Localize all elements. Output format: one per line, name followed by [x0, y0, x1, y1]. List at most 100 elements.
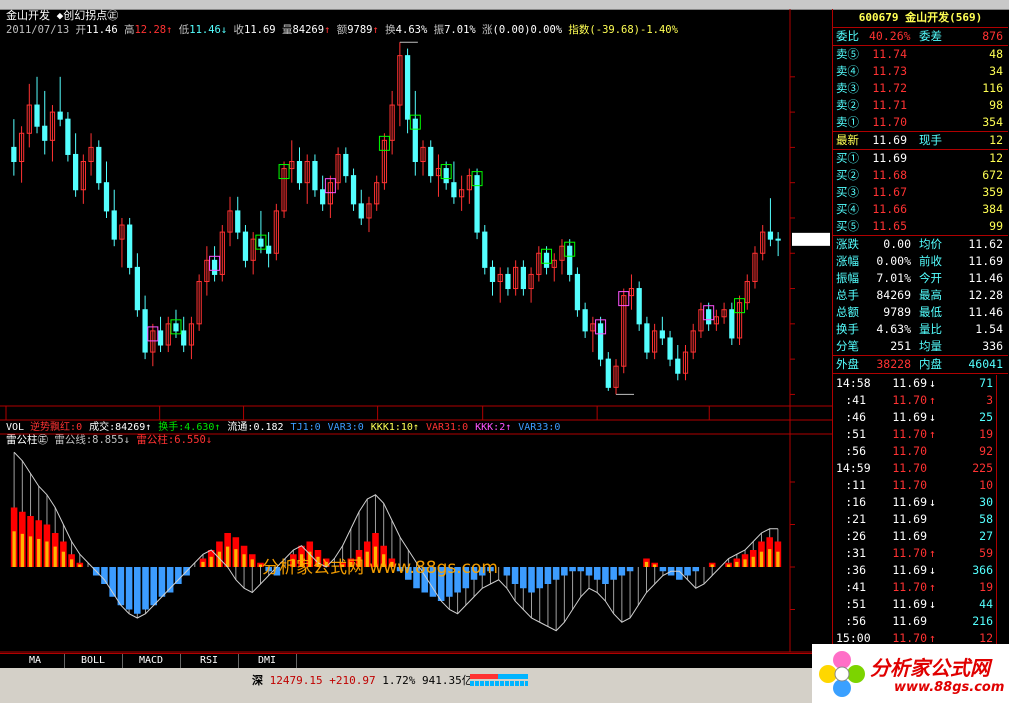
tick-volume: 19 — [979, 427, 993, 441]
leigong-indicator-row: 雷公柱㊣ 雷公线:8.855↓ 雷公柱:6.550↓ — [6, 434, 212, 447]
vol-item: 成交:84269↑ — [89, 422, 152, 433]
weibi-label: 委比 — [836, 29, 859, 43]
candle-body — [404, 55, 411, 120]
candle-body — [489, 266, 496, 282]
leigong-bar-negative — [511, 567, 519, 584]
tick-price: 11.69 — [892, 495, 927, 509]
vol-item: 流通:0.182 — [227, 422, 284, 433]
tick-row: :56 11.69 216 — [833, 613, 1008, 630]
tab-rsi[interactable]: RSI — [180, 654, 239, 668]
tick-volume: 216 — [972, 614, 993, 628]
index-change: +210.97 — [329, 674, 376, 687]
candle-body — [157, 330, 164, 346]
leigong-bar-positive-inner — [776, 551, 780, 567]
vol-label[interactable]: VOL — [6, 422, 24, 433]
leigong-bar-negative — [503, 567, 511, 576]
candle-body — [659, 330, 665, 339]
watermark: 分析家公式网 www.88gs.com — [262, 558, 498, 578]
last-price-tag — [792, 232, 830, 246]
tick-time: :51 — [845, 427, 866, 441]
index-pct: 1.72% — [382, 674, 416, 687]
leigong-bar-positive-inner — [768, 549, 772, 567]
bid-price: 11.69 — [872, 151, 907, 165]
leigong-bar-positive-inner — [53, 546, 57, 567]
market-index-readout: 深 12479.15 +210.97 1.72% 941.35亿 — [252, 673, 473, 689]
tick-row: :51 11.70 ↑ 19 — [833, 426, 1008, 443]
neipan-label: 内盘 — [919, 357, 942, 371]
ask-volume: 98 — [989, 98, 1003, 112]
stat-value: 7.01% — [876, 271, 911, 285]
chart-annotations — [399, 41, 830, 395]
stat-label: 最高 — [919, 288, 942, 302]
index-value: 12479.15 — [269, 674, 323, 687]
quote-divider — [833, 373, 1008, 374]
tick-volume: 92 — [979, 444, 993, 458]
candle-body — [574, 273, 581, 311]
tick-time: 14:59 — [836, 461, 871, 475]
leigong-title[interactable]: 雷公柱㊣ — [6, 434, 48, 446]
bid-volume: 359 — [982, 185, 1003, 199]
leigong-bar-negative — [618, 567, 626, 576]
tick-arrow-icon: ↑ — [929, 580, 936, 594]
stat-label: 前收 — [919, 254, 942, 268]
tick-time: :41 — [845, 580, 866, 594]
leigong-bar-value: 雷公柱:6.550↓ — [136, 434, 213, 446]
ask-volume: 48 — [989, 47, 1003, 61]
candle-body — [505, 273, 511, 290]
ask-label: 卖② — [836, 98, 859, 112]
vol-item: VAR33:0 — [518, 422, 561, 433]
candle-body — [320, 189, 326, 205]
candle-body — [181, 330, 187, 346]
leigong-bar-positive-inner — [751, 556, 755, 567]
tick-row: :36 11.69 ↓ 366 — [833, 562, 1008, 579]
leigong-bar-positive-inner — [20, 533, 24, 567]
leigong-bar-negative — [117, 567, 125, 606]
tick-volume: 25 — [979, 410, 993, 424]
bid-price: 11.68 — [872, 168, 907, 182]
candle-body — [775, 238, 781, 241]
tick-price: 11.69 — [892, 563, 927, 577]
candle-body — [597, 323, 604, 360]
tick-volume: 27 — [979, 529, 993, 543]
outer-inner-row: 外盘 38228 内盘 46041 — [833, 356, 1008, 373]
leigong-bar-positive-inner — [242, 554, 246, 567]
stat-label: 总手 — [836, 288, 859, 302]
ask-row: 卖④ 11.73 34 — [833, 63, 1008, 80]
tab-boll[interactable]: BOLL — [64, 654, 123, 668]
tab-dmi[interactable]: DMI — [238, 654, 297, 668]
tick-arrow-icon: ↓ — [929, 376, 936, 390]
candle-body — [211, 259, 218, 275]
leigong-bar-negative — [536, 567, 544, 589]
tick-arrow-icon: ↓ — [929, 410, 936, 424]
tick-row: :26 11.69 27 — [833, 528, 1008, 545]
tick-row: :41 11.70 ↑ 3 — [833, 392, 1008, 409]
bid-volume: 672 — [982, 168, 1003, 182]
leigong-bar-positive-inner — [69, 559, 74, 567]
bid-row: 买③ 11.67 359 — [833, 184, 1008, 201]
leigong-bar-positive-inner — [644, 561, 649, 567]
candle-body — [343, 153, 349, 177]
stat-label: 分笔 — [836, 339, 859, 353]
tick-price: 11.70 — [892, 461, 927, 475]
tab-ma[interactable]: MA — [6, 654, 65, 668]
stat-row: 总额 9789 最低 11.46 — [833, 304, 1008, 321]
stat-value: 11.46 — [968, 271, 1003, 285]
candle-body — [729, 309, 735, 339]
tick-volume: 71 — [979, 376, 993, 390]
leigong-bar-positive-inner — [201, 561, 205, 567]
ask-label: 卖③ — [836, 81, 859, 95]
stat-value: 1.54 — [975, 322, 1003, 336]
ticks-scrollbar[interactable] — [996, 375, 1007, 647]
stat-value: 12.28 — [968, 288, 1003, 302]
tick-price: 11.70 — [892, 580, 927, 594]
leigong-bar-positive-inner — [726, 564, 731, 567]
leigong-bar-negative — [520, 567, 527, 589]
stat-label: 均量 — [919, 339, 942, 353]
tick-row: :51 11.69 ↓ 44 — [833, 596, 1008, 613]
ask-price: 11.73 — [872, 64, 907, 78]
tick-arrow-icon: ↑ — [929, 393, 936, 407]
candle-body — [258, 238, 264, 247]
tick-volume: 58 — [979, 512, 993, 526]
tab-macd[interactable]: MACD — [122, 654, 181, 668]
leigong-bar-negative — [585, 567, 593, 576]
